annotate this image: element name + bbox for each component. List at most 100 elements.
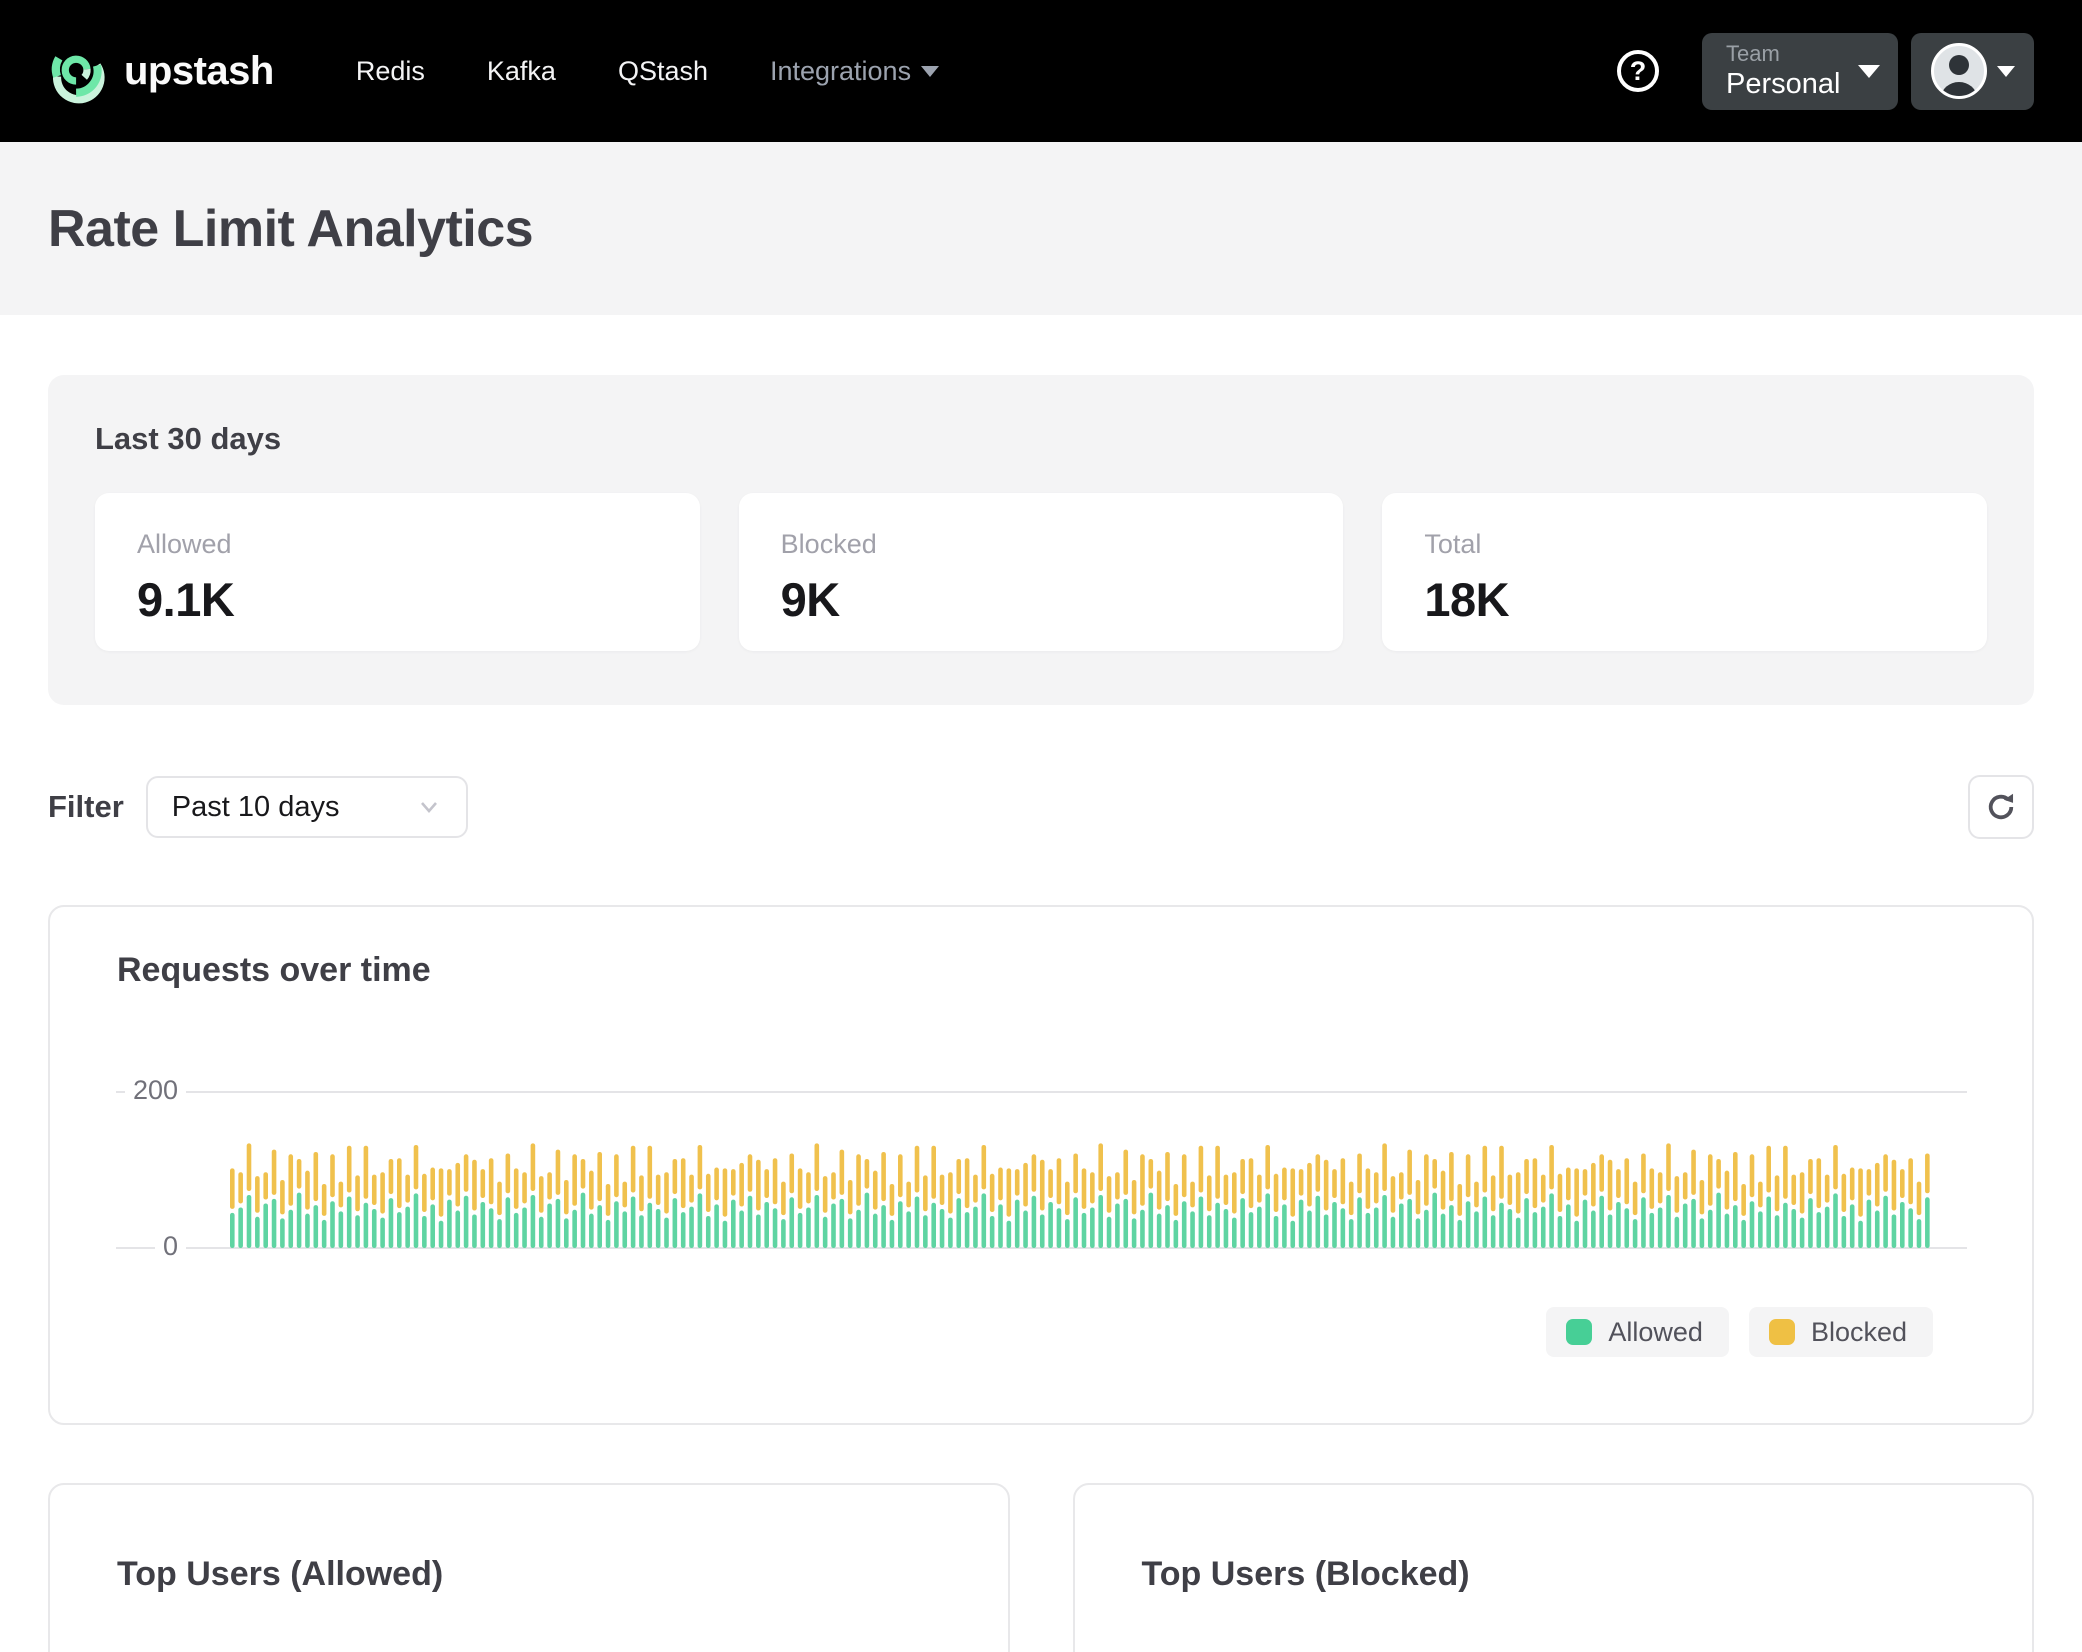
bar-blocked — [756, 1160, 761, 1211]
bar-blocked — [656, 1175, 661, 1205]
help-button[interactable]: ? — [1614, 47, 1662, 95]
bar-allowed — [706, 1216, 711, 1248]
card-title: Top Users (Allowed) — [117, 1555, 941, 1594]
bar-allowed — [973, 1207, 978, 1248]
bar-allowed — [1432, 1193, 1437, 1248]
bar-allowed — [931, 1203, 936, 1248]
stat-value: 9.1K — [137, 572, 658, 627]
bar-allowed — [447, 1200, 452, 1248]
bar-allowed — [1349, 1219, 1354, 1248]
bar-blocked — [1265, 1145, 1270, 1189]
bar-allowed — [1132, 1218, 1137, 1248]
bar-allowed — [648, 1203, 653, 1248]
bar-blocked — [556, 1150, 561, 1195]
bar-blocked — [238, 1172, 243, 1203]
bar-blocked — [731, 1169, 736, 1196]
bar-allowed — [840, 1199, 845, 1248]
bar-allowed — [305, 1214, 310, 1248]
bar-blocked — [581, 1159, 586, 1189]
bar-blocked — [1240, 1159, 1245, 1194]
bar-blocked — [1499, 1146, 1504, 1199]
bar-blocked — [1132, 1180, 1137, 1214]
bar-blocked — [288, 1154, 293, 1205]
bar-allowed — [1758, 1211, 1763, 1248]
bar-allowed — [1624, 1208, 1629, 1248]
bar-allowed — [1558, 1216, 1563, 1248]
bar-blocked — [447, 1169, 452, 1196]
bar-blocked — [915, 1146, 920, 1193]
bar-blocked — [522, 1172, 527, 1203]
bar-allowed — [1666, 1195, 1671, 1248]
nav-link-integrations[interactable]: Integrations — [770, 56, 939, 87]
account-menu[interactable] — [1911, 33, 2034, 110]
bar-blocked — [1307, 1163, 1312, 1207]
bar-allowed — [1925, 1197, 1930, 1248]
top-users-allowed-card: Top Users (Allowed) — [48, 1483, 1010, 1652]
bar-allowed — [1157, 1214, 1162, 1248]
bar-allowed — [1900, 1202, 1905, 1248]
bar-blocked — [890, 1184, 895, 1216]
bar-allowed — [1048, 1202, 1053, 1248]
bar-allowed — [1441, 1214, 1446, 1248]
bar-allowed — [948, 1218, 953, 1248]
bar-blocked — [815, 1143, 820, 1191]
bar-blocked — [1491, 1175, 1496, 1211]
bar-allowed — [1057, 1208, 1062, 1248]
legend-item-blocked[interactable]: Blocked — [1749, 1307, 1933, 1357]
bar-blocked — [347, 1146, 352, 1193]
nav-link-qstash[interactable]: QStash — [618, 56, 708, 87]
legend-item-allowed[interactable]: Allowed — [1546, 1307, 1729, 1357]
bar-blocked — [1624, 1158, 1629, 1204]
bar-blocked — [564, 1180, 569, 1214]
bar-blocked — [414, 1145, 419, 1189]
bar-allowed — [1015, 1200, 1020, 1248]
page-title: Rate Limit Analytics — [48, 199, 533, 259]
svg-text:?: ? — [1630, 56, 1647, 86]
bar-blocked — [1474, 1182, 1479, 1208]
bar-allowed — [1341, 1208, 1346, 1248]
bar-allowed — [865, 1193, 870, 1248]
bar-allowed — [1299, 1200, 1304, 1248]
bar-blocked — [430, 1168, 435, 1201]
filter-label: Filter — [48, 789, 124, 825]
bar-allowed — [856, 1210, 861, 1248]
bar-allowed — [1908, 1208, 1913, 1248]
bar-blocked — [1416, 1180, 1421, 1214]
bar-allowed — [522, 1207, 527, 1248]
bar-blocked — [1775, 1175, 1780, 1211]
bar-allowed — [1240, 1198, 1245, 1248]
refresh-icon — [1982, 788, 2020, 826]
bar-blocked — [1741, 1184, 1746, 1216]
bar-blocked — [1115, 1172, 1120, 1199]
bar-blocked — [706, 1174, 711, 1212]
bar-allowed — [1316, 1196, 1321, 1248]
bar-blocked — [1800, 1172, 1805, 1213]
bar-blocked — [1658, 1172, 1663, 1203]
bar-blocked — [464, 1154, 469, 1191]
bar-blocked — [439, 1168, 444, 1216]
upstash-brand[interactable]: upstash — [48, 38, 274, 104]
bar-blocked — [906, 1182, 911, 1208]
bar-allowed — [1182, 1201, 1187, 1248]
nav-link-kafka[interactable]: Kafka — [487, 56, 556, 87]
bar-blocked — [781, 1182, 786, 1216]
bar-blocked — [355, 1175, 360, 1211]
bar-blocked — [1633, 1182, 1638, 1216]
bar-blocked — [1107, 1176, 1112, 1213]
stat-card-blocked: Blocked 9K — [739, 493, 1344, 651]
nav-link-redis[interactable]: Redis — [356, 56, 425, 87]
date-range-select[interactable]: Past 10 days — [146, 776, 468, 838]
bar-blocked — [831, 1172, 836, 1199]
bar-blocked — [1374, 1172, 1379, 1203]
bar-blocked — [998, 1168, 1003, 1201]
nav-right-controls: ? Team Personal — [1614, 33, 2034, 110]
bar-allowed — [1090, 1207, 1095, 1248]
bar-blocked — [748, 1154, 753, 1191]
bar-blocked — [881, 1152, 886, 1201]
bar-blocked — [1449, 1152, 1454, 1201]
team-switcher[interactable]: Team Personal — [1702, 33, 1898, 110]
refresh-button[interactable] — [1968, 775, 2034, 839]
bar-allowed — [1207, 1215, 1212, 1248]
bar-blocked — [1858, 1168, 1863, 1216]
bar-blocked — [1641, 1154, 1646, 1194]
